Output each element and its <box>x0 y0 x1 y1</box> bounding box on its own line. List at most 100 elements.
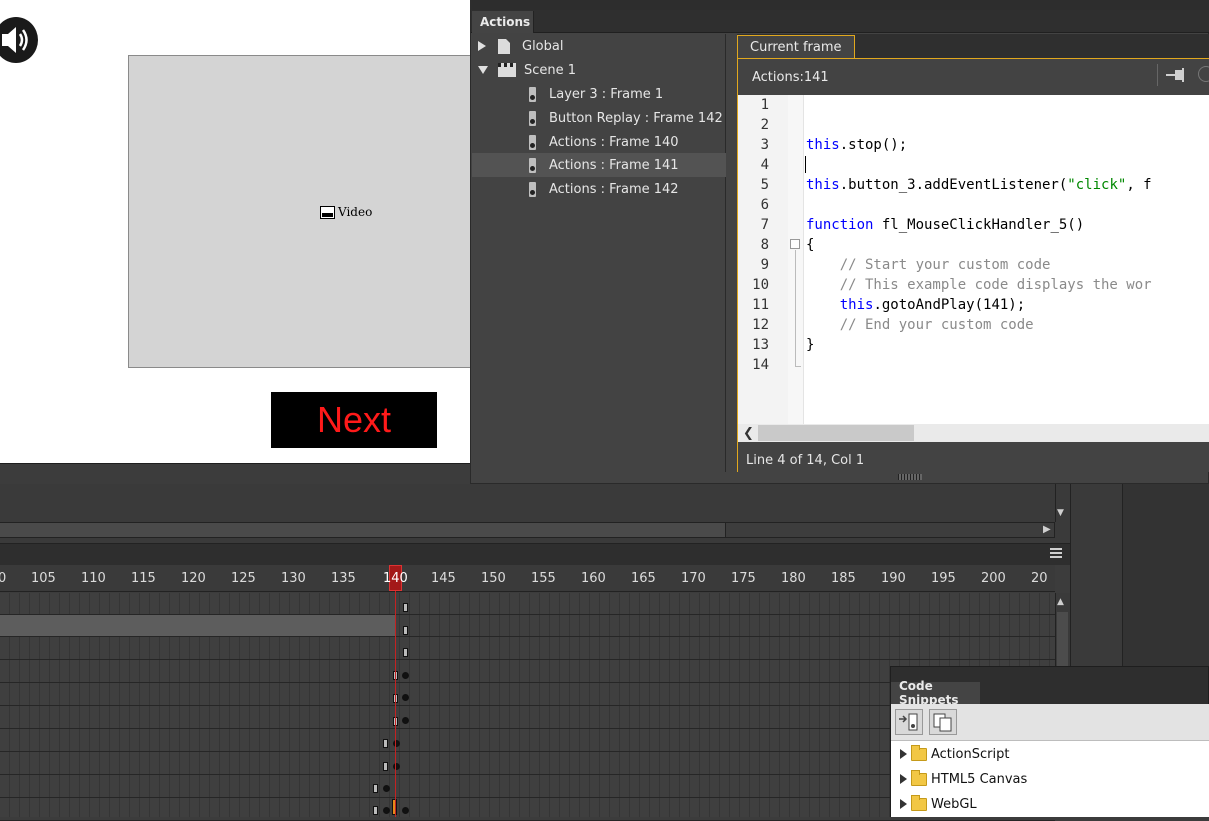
snippet-folder-label: WebGL <box>931 796 977 812</box>
snippet-folder-webgl[interactable]: WebGL <box>900 793 977 815</box>
line-number: 11 <box>752 297 769 313</box>
tree-item-scene[interactable]: Scene 1 <box>472 58 726 82</box>
document-icon <box>498 38 510 54</box>
ruler-tick: 180 <box>781 571 806 586</box>
next-button[interactable]: Next <box>271 392 437 448</box>
keyframe[interactable] <box>403 648 408 657</box>
add-to-frame-button[interactable] <box>895 709 923 735</box>
expand-arrow-icon[interactable] <box>900 774 907 784</box>
scroll-right-icon[interactable]: ▶ <box>1043 524 1051 535</box>
snippet-folder-html5-canvas[interactable]: HTML5 Canvas <box>900 768 1027 790</box>
expand-arrow-icon[interactable] <box>478 41 486 51</box>
keyframe[interactable] <box>403 603 408 612</box>
tree-item-label: Global <box>522 38 564 54</box>
scroll-down-icon[interactable]: ▼ <box>1057 508 1064 518</box>
timeline-scroll-thumb[interactable] <box>1057 612 1068 666</box>
editor-scroll-thumb[interactable] <box>758 425 914 441</box>
code-comment[interactable]: // End your custom code <box>806 317 1034 333</box>
ruler-tick: 165 <box>631 571 656 586</box>
copy-to-clipboard-button[interactable] <box>929 709 957 735</box>
keyframe[interactable] <box>373 806 378 815</box>
ruler-tick: 155 <box>531 571 556 586</box>
collapse-arrow-icon[interactable] <box>478 66 488 74</box>
code-keyword: this <box>839 297 874 313</box>
keyframe-icon <box>529 181 536 197</box>
code-comment[interactable]: // This example code displays the wor <box>806 277 1152 293</box>
target-icon[interactable] <box>1198 66 1209 82</box>
ruler-tick: 130 <box>281 571 306 586</box>
keyframe[interactable] <box>403 626 408 635</box>
fold-toggle[interactable] <box>790 239 800 249</box>
keyframe[interactable] <box>383 807 390 814</box>
fold-guide <box>795 250 796 366</box>
fold-column <box>788 95 804 425</box>
snippet-folder-actionscript[interactable]: ActionScript <box>900 743 1009 765</box>
ruler-tick: 110 <box>81 571 106 586</box>
tree-item-frame-selected[interactable]: Actions : Frame 141 <box>472 153 726 177</box>
timeline-header <box>0 543 1070 565</box>
code-line[interactable]: { <box>806 237 814 253</box>
tree-item-frame[interactable]: Actions : Frame 142 <box>472 177 726 201</box>
video-label: Video <box>320 205 372 219</box>
code-line[interactable]: this.stop(); <box>806 137 907 153</box>
code-line[interactable]: this.button_3.addEventListener("click", … <box>806 177 1152 193</box>
pin-icon[interactable] <box>1166 67 1188 82</box>
panel-menu-icon[interactable] <box>1050 548 1062 558</box>
keyframe[interactable] <box>402 807 409 814</box>
tree-item-frame[interactable]: Layer 3 : Frame 1 <box>472 82 726 106</box>
stage-scroll-thumb[interactable] <box>0 523 726 537</box>
ruler-tick: 0 <box>0 571 7 586</box>
folder-icon <box>911 769 927 786</box>
keyframe[interactable] <box>383 785 390 792</box>
keyframe[interactable] <box>373 784 378 793</box>
line-number: 8 <box>760 237 769 253</box>
fold-guide-end <box>795 366 801 367</box>
keyframe[interactable] <box>383 762 388 771</box>
script-header-label: Actions:141 <box>752 70 829 85</box>
keyframe[interactable] <box>402 717 409 724</box>
snippet-folder-label: ActionScript <box>931 746 1010 762</box>
panel-resize-grip-icon[interactable] <box>898 474 922 480</box>
video-label-text: Video <box>338 205 373 219</box>
layer-row[interactable] <box>0 615 1055 637</box>
tree-item-label: Actions : Frame 140 <box>549 134 679 150</box>
layer-row[interactable] <box>0 593 1055 615</box>
keyframe[interactable] <box>402 694 409 701</box>
tree-item-frame[interactable]: Actions : Frame 140 <box>472 130 726 154</box>
line-number: 9 <box>760 257 769 273</box>
keyframe[interactable] <box>383 739 388 748</box>
line-number: 5 <box>760 177 769 193</box>
code-line[interactable]: function fl_MouseClickHandler_5() <box>806 217 1084 233</box>
folder-icon <box>911 744 927 761</box>
code-text: .gotoAndPlay(141); <box>873 297 1026 313</box>
keyframe-icon <box>529 110 536 126</box>
video-placeholder[interactable] <box>128 55 473 368</box>
ruler-tick: 125 <box>231 571 256 586</box>
copy-to-clipboard-icon <box>933 713 952 732</box>
scroll-up-icon[interactable]: ▲ <box>1057 597 1064 607</box>
tree-item-label: Actions : Frame 142 <box>549 181 679 197</box>
line-number: 1 <box>760 97 769 113</box>
code-line[interactable]: } <box>806 337 814 353</box>
ruler-tick: 195 <box>931 571 956 586</box>
tree-item-frame[interactable]: Button Replay : Frame 142 <box>472 106 726 130</box>
actions-tab[interactable]: Actions <box>472 11 534 33</box>
code-keyword: this <box>806 137 840 153</box>
code-line[interactable]: this.gotoAndPlay(141); <box>806 297 1025 313</box>
expand-arrow-icon[interactable] <box>900 749 907 759</box>
code-comment[interactable]: // Start your custom code <box>806 257 1051 273</box>
actions-tab-bar <box>471 10 1209 33</box>
ruler-tick: 160 <box>581 571 606 586</box>
code-snippets-tab[interactable]: Code Snippets <box>891 679 980 707</box>
cursor-position-status: Line 4 of 14, Col 1 <box>746 453 865 468</box>
line-number: 4 <box>760 157 769 173</box>
tree-item-global[interactable]: Global <box>472 34 726 58</box>
scroll-left-icon[interactable]: ❮ <box>743 426 754 441</box>
layer-row[interactable] <box>0 638 1055 660</box>
tab-current-frame[interactable]: Current frame <box>737 35 855 59</box>
speaker-icon[interactable] <box>0 17 38 63</box>
keyframe[interactable] <box>402 672 409 679</box>
ruler-tick: 150 <box>481 571 506 586</box>
frame-span[interactable] <box>0 615 395 636</box>
expand-arrow-icon[interactable] <box>900 799 907 809</box>
